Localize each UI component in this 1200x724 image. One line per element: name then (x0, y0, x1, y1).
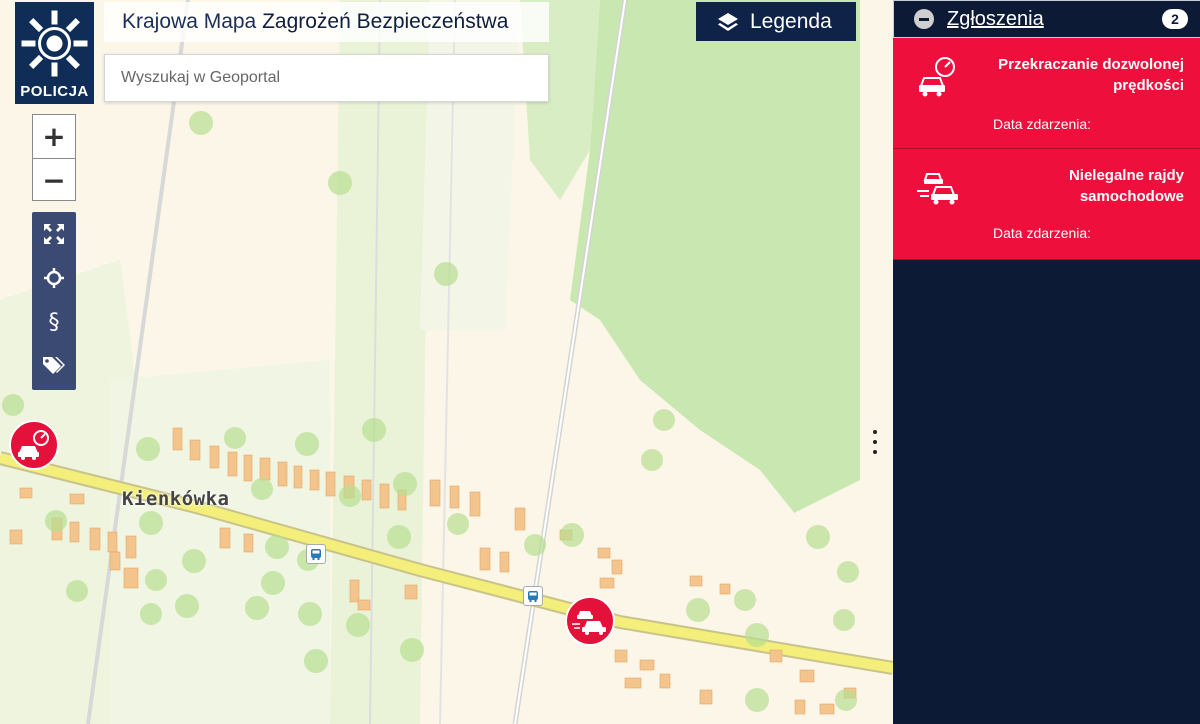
map-toolbar: § (32, 212, 76, 390)
page-title-part1: Krajowa Mapa (122, 10, 257, 33)
zoom-control: + − (32, 114, 76, 201)
report-item-speeding[interactable]: Przekraczanie dozwolonej prędkości Data … (893, 38, 1200, 149)
speeding-car-icon (919, 57, 955, 97)
reports-count-badge: 2 (1162, 9, 1188, 29)
bus-stop-icon[interactable] (523, 586, 543, 606)
legal-button[interactable]: § (32, 300, 76, 344)
speeding-marker[interactable] (9, 420, 59, 470)
map-place-label: Kienkówka (122, 488, 230, 510)
speeding-car-icon (18, 430, 49, 460)
report-date-label: Data zdarzenia: (993, 225, 1092, 241)
fullscreen-button[interactable] (32, 212, 76, 256)
locate-button[interactable] (32, 256, 76, 300)
police-star-icon (21, 10, 88, 77)
crosshair-icon (44, 268, 64, 288)
report-item-racing[interactable]: Nielegalne rajdy samochodowe Data zdarze… (893, 149, 1200, 260)
search-input[interactable] (104, 54, 549, 102)
legend-button[interactable]: Legenda (696, 2, 856, 41)
bus-stop-icon[interactable] (306, 544, 326, 564)
collapse-icon[interactable] (914, 9, 934, 29)
reports-panel-header: Zgłoszenia 2 (893, 0, 1200, 38)
logo-text: POLICJA (20, 83, 89, 100)
car-racing-icon (572, 611, 606, 635)
tags-button[interactable] (32, 344, 76, 388)
report-date-label: Data zdarzenia: (993, 116, 1092, 132)
zoom-in-button[interactable]: + (33, 115, 75, 158)
page-title: Krajowa Mapa Zagrożeń Bezpieczeństwa (104, 2, 549, 42)
report-title: Przekraczanie dozwolonej prędkości (998, 56, 1184, 94)
racing-marker[interactable] (565, 596, 615, 646)
page-title-part2: Zagrożeń Bezpieczeństwa (262, 10, 509, 33)
car-racing-icon (917, 173, 958, 205)
paragraph-icon: § (48, 309, 60, 335)
legend-button-label: Legenda (750, 9, 832, 33)
reports-panel: Zgłoszenia 2 Przekraczanie dozwolonej pr… (893, 0, 1200, 724)
police-logo[interactable]: POLICJA (15, 2, 94, 104)
map-canvas[interactable]: Kienkówka POLICJA Krajowa Mapa Zagrożeń … (0, 0, 893, 724)
layers-icon (718, 12, 738, 31)
reports-panel-title[interactable]: Zgłoszenia (947, 8, 1162, 31)
report-title: Nielegalne rajdy samochodowe (1068, 167, 1184, 205)
fullscreen-icon (44, 224, 64, 244)
more-options-icon[interactable] (868, 430, 882, 454)
zoom-out-button[interactable]: − (33, 158, 75, 201)
tags-icon (43, 357, 65, 374)
map-base-layer (0, 0, 893, 724)
